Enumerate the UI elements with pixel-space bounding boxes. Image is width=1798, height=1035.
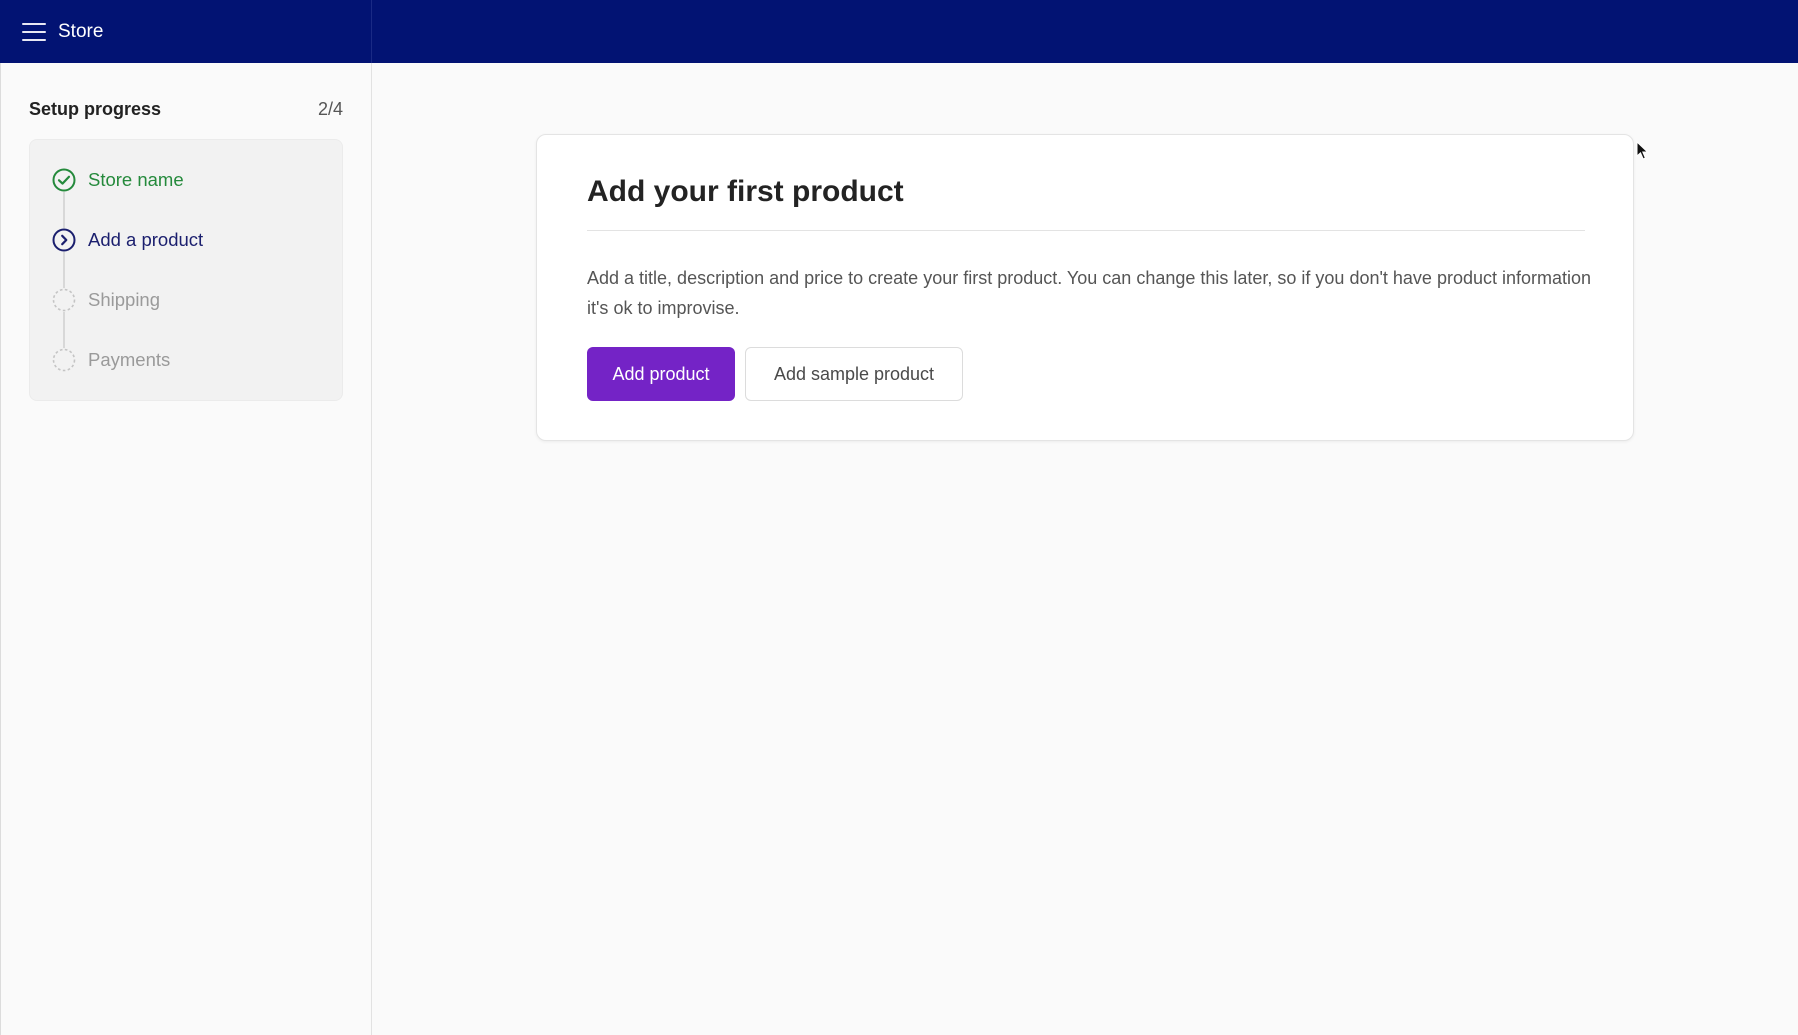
- top-bar-menu-area: Store: [0, 0, 372, 63]
- step-store-name[interactable]: Store name: [52, 167, 184, 193]
- card-description: Add a title, description and price to cr…: [587, 268, 1592, 318]
- step-add-a-product[interactable]: Add a product: [52, 227, 203, 253]
- step-label: Store name: [88, 169, 184, 190]
- dashed-circle-icon: [52, 348, 76, 372]
- card-title: Add your first product: [587, 175, 904, 208]
- step-label: Payments: [88, 349, 171, 370]
- app-title: Store: [58, 20, 104, 42]
- hamburger-menu-icon[interactable]: [22, 22, 46, 41]
- add-product-card: Add your first product Add a title, desc…: [536, 134, 1634, 441]
- progress-count: 2/4: [317, 99, 343, 119]
- add-sample-product-button[interactable]: Add sample product: [745, 347, 963, 401]
- step-shipping[interactable]: Shipping: [52, 287, 160, 313]
- step-label: Add a product: [88, 229, 204, 250]
- steps-list: Store name Add a product Shipping Paymen…: [29, 139, 343, 401]
- steps-connector-line: [63, 192, 65, 360]
- setup-sidebar: Setup progress 2/4 Store name Add a prod…: [0, 63, 372, 1035]
- add-product-button[interactable]: Add product: [587, 347, 735, 401]
- progress-header: Setup progress 2/4: [29, 99, 343, 120]
- chevron-right-circle-icon: [52, 228, 76, 252]
- dashed-circle-icon: [52, 288, 76, 312]
- check-circle-icon: [52, 168, 76, 192]
- top-bar: Store: [0, 0, 1798, 63]
- progress-title: Setup progress: [29, 99, 162, 119]
- step-label: Shipping: [88, 289, 161, 310]
- card-divider: [587, 230, 1585, 231]
- mouse-cursor-icon: [1636, 140, 1650, 161]
- step-payments[interactable]: Payments: [52, 347, 170, 373]
